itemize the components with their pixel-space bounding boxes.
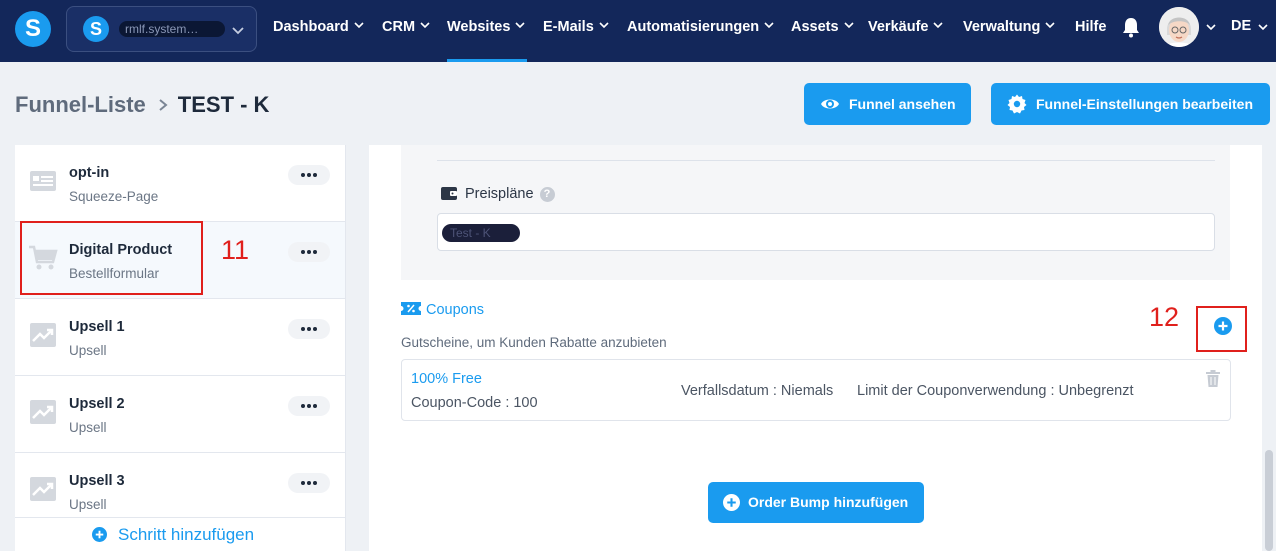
price-plans-label: Preispläne?	[441, 186, 555, 202]
add-order-bump-button[interactable]: Order Bump hinzufügen	[708, 482, 924, 523]
step-subtitle: Upsell	[69, 497, 107, 512]
step-more-menu-button[interactable]	[288, 473, 330, 493]
add-step-button[interactable]: Schritt hinzufügen	[15, 517, 345, 551]
chevron-down-icon	[599, 22, 609, 29]
chevron-down-icon	[933, 22, 944, 29]
view-funnel-button[interactable]: Funnel ansehen	[804, 83, 971, 125]
chevron-down-icon	[1045, 22, 1055, 29]
breadcrumb-funnel-list[interactable]: Funnel-Liste	[15, 92, 146, 117]
selected-price-plan-chip[interactable]: Test - K	[442, 224, 520, 242]
step-more-menu-button[interactable]	[288, 319, 330, 339]
nav-hilfe[interactable]: Hilfe	[1075, 18, 1106, 36]
chart-up-icon	[30, 400, 56, 424]
form-icon	[30, 171, 56, 191]
chevron-down-icon	[232, 27, 244, 35]
annotation-box-12	[1196, 306, 1247, 352]
edit-funnel-settings-button[interactable]: Funnel-Einstellungen bearbeiten	[991, 83, 1270, 125]
coupon-usage-limit: Limit der Couponverwendung : Unbegrenzt	[857, 383, 1134, 399]
user-avatar[interactable]	[1159, 7, 1199, 47]
chevron-down-icon	[354, 22, 364, 29]
step-subtitle: Squeeze-Page	[69, 189, 159, 204]
breadcrumb: Funnel-Liste TEST - K	[15, 92, 269, 118]
scrollbar-thumb[interactable]	[1265, 450, 1273, 551]
nav-assets[interactable]: Assets	[791, 18, 854, 36]
chevron-right-icon	[159, 99, 168, 111]
annotation-box-11	[20, 221, 203, 295]
nav-crm[interactable]: CRM	[382, 18, 430, 36]
bell-icon[interactable]	[1121, 16, 1141, 38]
annotation-number-11: 11	[221, 235, 250, 265]
chevron-down-icon	[420, 22, 430, 29]
chevron-down-icon[interactable]	[1258, 22, 1268, 32]
chevron-down-icon	[843, 22, 854, 29]
breadcrumb-current-funnel: TEST - K	[177, 92, 270, 117]
nav-active-indicator	[447, 59, 527, 62]
chevron-down-icon	[764, 22, 774, 29]
account-name: rmlf.system…	[119, 21, 225, 37]
nav-verkaeufe[interactable]: Verkäufe	[868, 18, 944, 36]
price-plans-section: Preispläne? Test - K	[401, 145, 1230, 280]
step-title: Upsell 2	[69, 396, 125, 412]
annotation-number-12: 12	[1149, 302, 1180, 332]
nav-verwaltung[interactable]: Verwaltung	[963, 18, 1055, 36]
coupons-description: Gutscheine, um Kunden Rabatte anzubieten	[401, 335, 667, 350]
nav-dashboard[interactable]: Dashboard	[273, 18, 364, 36]
coupons-title: Coupons	[401, 302, 484, 318]
chart-up-icon	[30, 477, 56, 501]
trash-icon[interactable]	[1205, 370, 1221, 387]
funnel-step[interactable]: Upsell 2 Upsell	[15, 376, 345, 453]
step-more-menu-button[interactable]	[288, 242, 330, 262]
top-nav-bar: S S rmlf.system… Dashboard CRM Websites …	[0, 0, 1276, 62]
step-title: Upsell 1	[69, 319, 125, 335]
step-settings-panel: Preispläne? Test - K Coupons Gutscheine,…	[369, 145, 1262, 551]
funnel-step[interactable]: Upsell 1 Upsell	[15, 299, 345, 376]
price-plans-select[interactable]: Test - K	[437, 213, 1215, 251]
divider	[437, 160, 1215, 161]
language-switcher[interactable]: DE	[1231, 18, 1251, 34]
coupon-code: Coupon-Code : 100	[411, 395, 538, 411]
step-title: Upsell 3	[69, 473, 125, 489]
chart-up-icon	[30, 323, 56, 347]
coupon-expiry: Verfallsdatum : Niemals	[681, 383, 834, 399]
help-icon[interactable]: ?	[539, 187, 555, 202]
step-title: opt-in	[69, 165, 110, 181]
app-logo[interactable]: S	[15, 11, 51, 47]
chevron-down-icon[interactable]	[1206, 22, 1216, 32]
eye-icon	[821, 99, 839, 109]
funnel-step[interactable]: opt-in Squeeze-Page	[15, 145, 345, 222]
step-subtitle: Upsell	[69, 420, 107, 435]
coupon-card: 100% Free Coupon-Code : 100 Verfallsdatu…	[401, 359, 1231, 421]
account-switcher[interactable]: S rmlf.system…	[66, 6, 257, 52]
wallet-icon	[441, 187, 457, 200]
nav-automatisierungen[interactable]: Automatisierungen	[627, 18, 774, 36]
step-more-menu-button[interactable]	[288, 396, 330, 416]
avatar-face-icon	[1159, 7, 1199, 47]
funnel-steps-list: opt-in Squeeze-Page Digital Product Best…	[15, 145, 346, 551]
step-more-menu-button[interactable]	[288, 165, 330, 185]
plus-circle-icon	[723, 494, 740, 511]
account-logo-icon: S	[83, 16, 109, 42]
coupon-name-link[interactable]: 100% Free	[411, 371, 482, 387]
plus-circle-icon	[92, 527, 107, 542]
chevron-down-icon	[515, 22, 525, 29]
nav-websites[interactable]: Websites	[447, 18, 525, 36]
gear-icon	[1007, 94, 1027, 114]
step-subtitle: Upsell	[69, 343, 107, 358]
nav-emails[interactable]: E-Mails	[543, 18, 609, 36]
coupon-ticket-icon	[401, 302, 421, 315]
